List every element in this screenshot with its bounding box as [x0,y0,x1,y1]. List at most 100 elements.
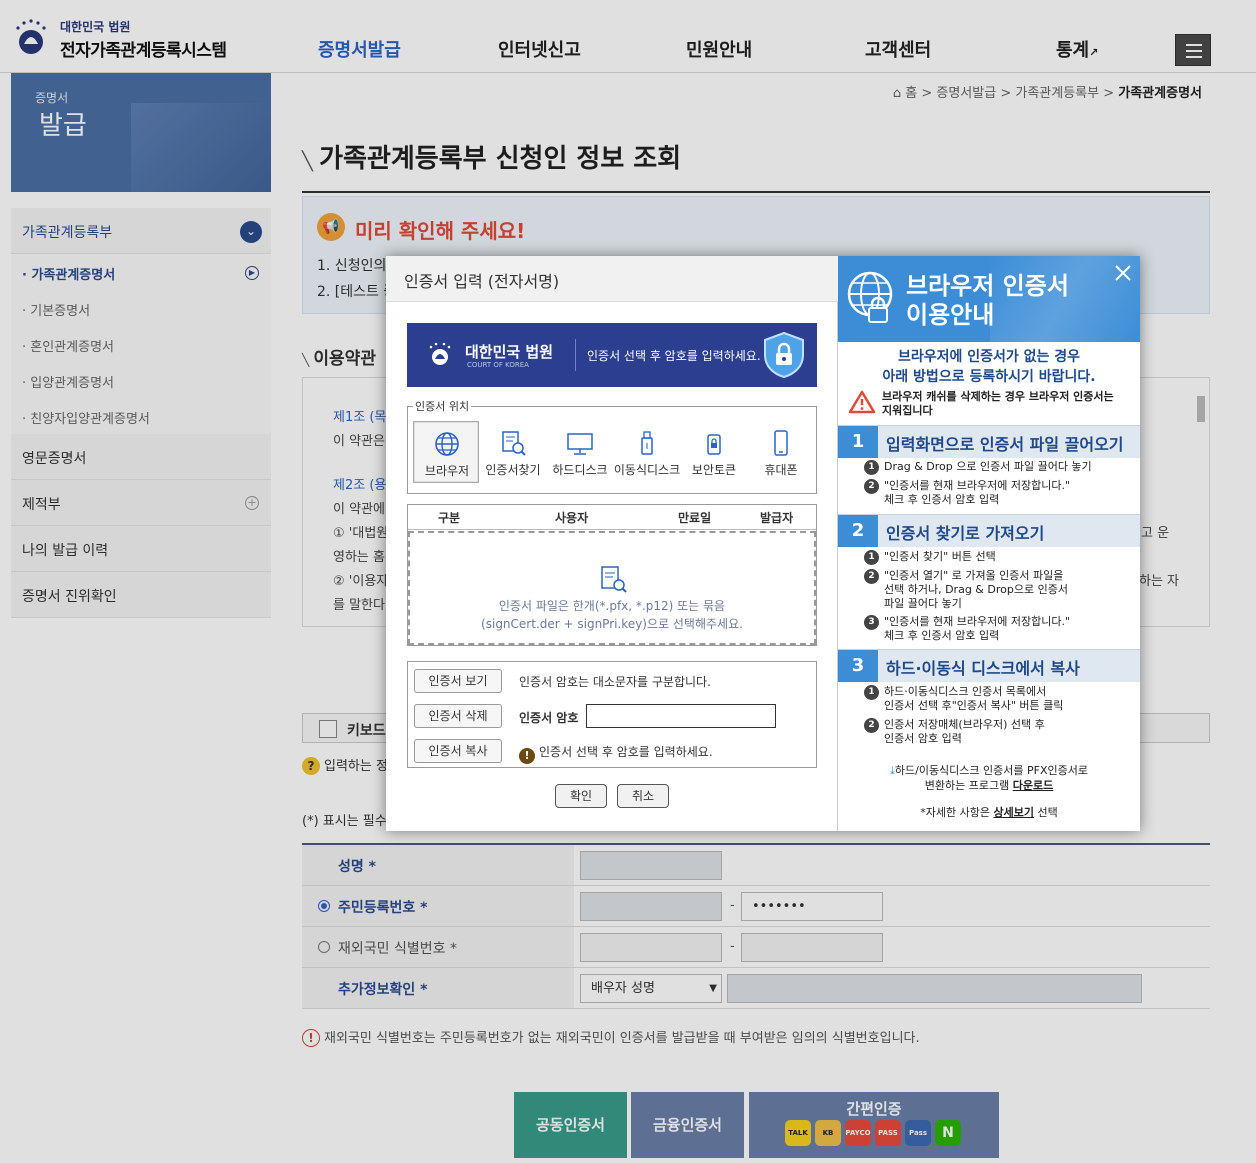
guide-header: 브라우저 인증서 이용안내 [838,256,1140,342]
step-number: 3 [838,650,878,682]
detail-post: 선택 [1033,806,1058,819]
warning-triangle-icon [848,390,876,414]
location-security-token[interactable]: 보안토큰 [681,421,747,483]
close-icon[interactable] [1112,262,1134,284]
delete-cert-button[interactable]: 인증서 삭제 [414,704,502,728]
cache-warning: 브라우저 캐쉬를 삭제하는 경우 브라우저 인증서는 지워집니다 [846,388,1132,418]
step-item-text: "인증서 찾기" 버튼 선택 [884,550,996,563]
download-note-line1: 하드/이동식디스크 인증서를 PFX인증서로 [894,764,1088,777]
cache-warning-line1: 브라우저 캐쉬를 삭제하는 경우 브라우저 인증서는 [882,390,1114,403]
step-item-line: 체크 후 인증서 암호 입력 [884,629,1000,642]
step-item-line: "인증서를 현재 브라우저에 저장합니다." [884,615,1071,628]
location-browser[interactable]: 브라우저 [413,421,479,483]
step-bullet: 3 [864,615,879,630]
shield-lock-icon [764,331,804,379]
cert-file-icon [601,566,627,593]
usb-icon [641,431,653,455]
guide-title: 브라우저 인증서 이용안내 [906,272,1069,330]
step-item: 2 "인증서 열기" 로 가져올 인증서 파일을 선택 하거나, Drag & Dr… [864,569,1068,611]
step-item-line: 선택 하거나, Drag & Drop으로 인증서 [884,583,1068,596]
cert-input-panel: 인증서 입력 (전자서명) 대한민국 법원 COURT OF KOREA 인증서… [386,256,838,831]
cert-list-table: 구분 사용자 만료일 발급자 인증서 파일은 한개(*.pfx, *.p12) … [407,504,817,646]
step-bullet: 2 [864,718,879,733]
column-header: 사용자 [555,511,589,525]
modal-title: 인증서 입력 (전자서명) [404,272,560,291]
step-bullet: 1 [864,460,879,475]
guide-title-line1: 브라우저 인증서 [906,272,1069,300]
case-sensitive-note: 인증서 암호는 대소문자를 구분합니다. [519,675,711,689]
globe-lock-icon [847,271,893,323]
cert-search-icon [502,431,526,456]
step-item-line: "인증서 열기" 로 가져올 인증서 파일을 [884,569,1064,582]
step-item-line: "인증서를 현재 브라우저에 저장합니다." [884,479,1071,492]
warning-icon: ! [519,748,535,764]
cancel-button[interactable]: 취소 [617,784,669,808]
password-label: 인증서 암호 [519,711,579,725]
location-hard-disk[interactable]: 하드디스크 [547,421,613,483]
guide-intro-line2: 아래 방법으로 등록하시기 바랍니다. [882,369,1096,385]
step-number: 1 [838,426,878,458]
step-2-header: 2 인증서 찾기로 가져오기 [838,514,1140,547]
step-item: 1 "인증서 찾기" 버튼 선택 [864,550,996,565]
step-item: 1 Drag & Drop 으로 인증서 파일 끌어다 놓기 [864,460,1092,475]
token-lock-icon [707,434,721,455]
court-name-en: COURT OF KOREA [467,361,529,369]
court-name: 대한민국 법원 [465,343,554,361]
step-item-line: 체크 후 인증서 암호 입력 [884,493,1000,506]
court-message: 인증서 선택 후 암호를 입력하세요. [587,349,761,363]
detail-note: *자세한 사항은 상세보기 선택 [838,805,1140,820]
detail-pre: *자세한 사항은 [920,806,994,819]
drop-text-line1: 인증서 파일은 한개(*.pfx, *.p12) 또는 묶음 [498,599,726,613]
location-label: 휴대폰 [764,463,798,477]
step-bullet: 2 [864,569,879,584]
step-title: 입력화면으로 인증서 파일 끌어오기 [886,435,1124,454]
column-header: 구분 [438,511,461,525]
step-item-line: 인증서 암호 입력 [884,732,962,745]
step-title: 하드·이동식 디스크에서 복사 [886,659,1080,678]
modal-header: 인증서 입력 (전자서명) [386,256,838,302]
step-item-line: 하드·이동식디스크 인증서 목록에서 [884,685,1047,698]
step-3-header: 3 하드·이동식 디스크에서 복사 [838,649,1140,682]
confirm-button[interactable]: 확인 [555,784,607,808]
step-item: 2 "인증서를 현재 브라우저에 저장합니다." 체크 후 인증서 암호 입력 [864,479,1071,507]
location-removable-disk[interactable]: 이동식디스크 [614,421,680,483]
cert-drop-zone[interactable]: 인증서 파일은 한개(*.pfx, *.p12) 또는 묶음 (signCert… [408,531,816,645]
step-item: 2 인증서 저장매체(브라우저) 선택 후 인증서 암호 입력 [864,718,1045,746]
step-item: 1 하드·이동식디스크 인증서 목록에서 인증서 선택 후"인증서 복사" 버튼 클… [864,685,1064,713]
cert-location-legend: 인증서 위치 [413,398,472,414]
step-title: 인증서 찾기로 가져오기 [886,524,1045,543]
cert-list-header: 구분 사용자 만료일 발급자 [408,505,816,530]
cert-location-group: 인증서 위치 브라우저 인증서찾기 하드디스크 이동식디스크 보안토큰 휴대폰 [407,398,817,494]
phone-icon [774,430,788,456]
court-banner: 대한민국 법원 COURT OF KOREA 인증서 선택 후 암호를 입력하세… [407,323,817,387]
browser-cert-guide: 브라우저 인증서 이용안내 브라우저에 인증서가 없는 경우 아래 방법으로 등록… [838,256,1140,831]
cert-password-input[interactable] [586,704,776,728]
location-find-cert[interactable]: 인증서찾기 [480,421,546,483]
step-bullet: 1 [864,550,879,565]
detail-link[interactable]: 상세보기 [993,806,1033,819]
step-item-line: 파일 끌어다 놓기 [884,597,962,610]
cache-warning-text: 브라우저 캐쉬를 삭제하는 경우 브라우저 인증서는 지워집니다 [882,390,1114,418]
drop-text-line2: (signCert.der + signPri.key)으로 선택해주세요. [481,617,743,631]
step-item-line: 인증서 선택 후"인증서 복사" 버튼 클릭 [884,699,1064,712]
download-link[interactable]: 다운로드 [1013,779,1053,792]
monitor-icon [567,433,593,455]
banner-divider [575,339,576,371]
step-item: 3 "인증서를 현재 브라우저에 저장합니다." 체크 후 인증서 암호 입력 [864,615,1071,643]
select-warning: ! 인증서 선택 후 암호를 입력하세요. [519,743,713,764]
column-header: 발급자 [760,511,794,525]
location-phone[interactable]: 휴대폰 [748,421,814,483]
guide-intro-line1: 브라우저에 인증서가 없는 경우 [897,349,1081,365]
view-cert-button[interactable]: 인증서 보기 [414,669,502,693]
court-logo-icon [429,342,451,365]
download-note-line2: 변환하는 프로그램 [924,779,1013,792]
step-bullet: 1 [864,685,879,700]
select-warning-text: 인증서 선택 후 암호를 입력하세요. [539,745,713,759]
copy-cert-button[interactable]: 인증서 복사 [414,739,502,763]
step-1-header: 1 입력화면으로 인증서 파일 끌어오기 [838,425,1140,458]
column-header: 만료일 [678,511,712,525]
globe-icon [435,432,459,456]
step-item-text: Drag & Drop 으로 인증서 파일 끌어다 놓기 [884,460,1092,473]
step-number: 2 [838,515,878,547]
cache-warning-line2: 지워집니다 [882,404,933,417]
